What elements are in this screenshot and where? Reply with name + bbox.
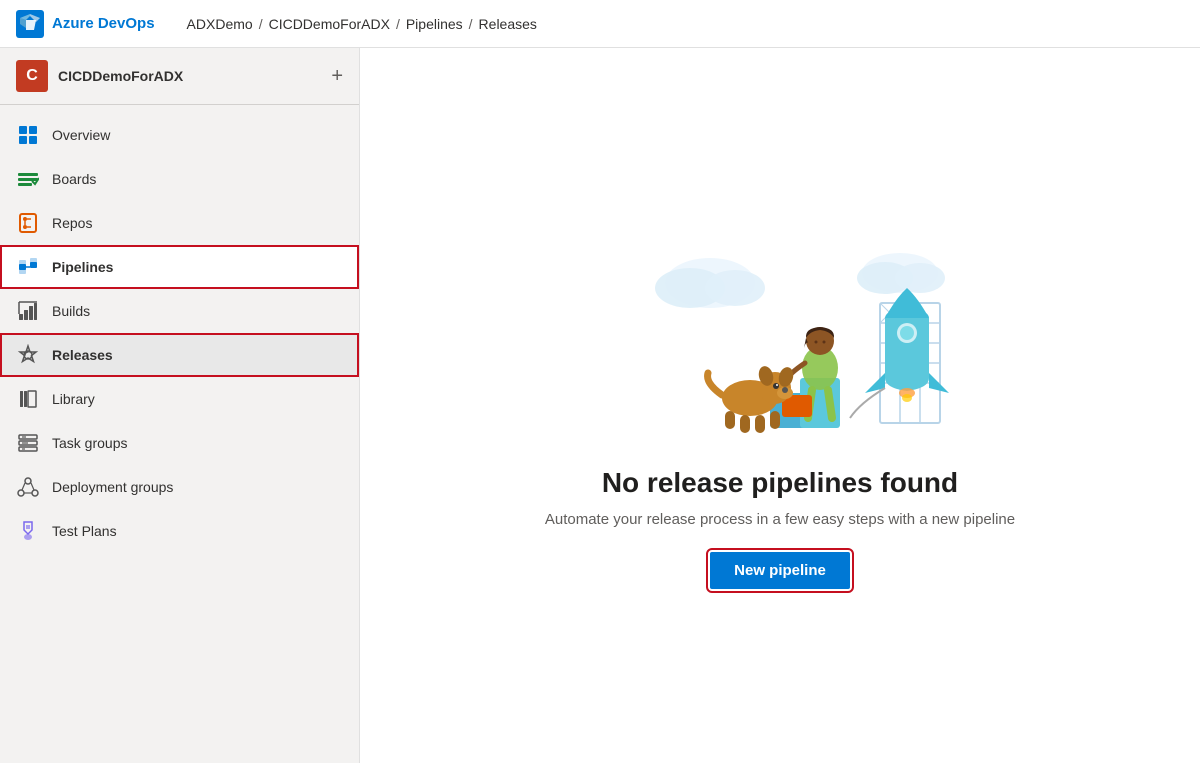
sidebar-item-boards-label: Boards	[52, 171, 96, 187]
sidebar-item-boards[interactable]: Boards	[0, 157, 359, 201]
sidebar-item-test-plans-label: Test Plans	[52, 523, 117, 539]
main-layout: C CICDDemoForADX + Overview	[0, 48, 1200, 763]
project-icon: C	[16, 60, 48, 92]
library-icon	[16, 387, 40, 411]
sidebar-item-releases-label: Releases	[52, 347, 113, 363]
sidebar-item-library[interactable]: Library	[0, 377, 359, 421]
logo[interactable]: Azure DevOps	[16, 10, 155, 38]
breadcrumb-sep-3: /	[469, 16, 473, 32]
releases-icon	[16, 343, 40, 367]
breadcrumb-cicddemoforadx[interactable]: CICDDemoForADX	[269, 16, 390, 32]
sidebar-item-builds-label: Builds	[52, 303, 90, 319]
new-pipeline-button[interactable]: New pipeline	[710, 552, 850, 589]
sidebar-item-releases[interactable]: Releases	[0, 333, 359, 377]
empty-state: No release pipelines found Automate your…	[545, 223, 1015, 589]
deployment-groups-icon	[16, 475, 40, 499]
repos-icon	[16, 211, 40, 235]
overview-icon	[16, 123, 40, 147]
breadcrumb-pipelines[interactable]: Pipelines	[406, 16, 463, 32]
sidebar-item-repos-label: Repos	[52, 215, 92, 231]
sidebar-item-test-plans[interactable]: Test Plans	[0, 509, 359, 553]
sidebar-item-deployment-groups[interactable]: Deployment groups	[0, 465, 359, 509]
sidebar-item-repos[interactable]: Repos	[0, 201, 359, 245]
sidebar-item-deployment-groups-label: Deployment groups	[52, 479, 173, 495]
sidebar-item-overview-label: Overview	[52, 127, 110, 143]
breadcrumb-sep-1: /	[259, 16, 263, 32]
add-project-button[interactable]: +	[331, 65, 343, 88]
sidebar-item-library-label: Library	[52, 391, 95, 407]
sidebar-item-builds[interactable]: Builds	[0, 289, 359, 333]
empty-illustration	[590, 223, 970, 443]
pipelines-icon	[16, 255, 40, 279]
sidebar-item-overview[interactable]: Overview	[0, 113, 359, 157]
sidebar-item-pipelines[interactable]: Pipelines	[0, 245, 359, 289]
builds-icon	[16, 299, 40, 323]
header: Azure DevOps ADXDemo / CICDDemoForADX / …	[0, 0, 1200, 48]
boards-icon	[16, 167, 40, 191]
logo-text: Azure DevOps	[52, 15, 155, 32]
empty-state-subtitle: Automate your release process in a few e…	[545, 511, 1015, 528]
empty-state-title: No release pipelines found	[602, 467, 958, 499]
project-header: C CICDDemoForADX +	[0, 48, 359, 105]
sidebar-nav: Overview Boards	[0, 105, 359, 561]
project-name: CICDDemoForADX	[58, 68, 321, 84]
sidebar: C CICDDemoForADX + Overview	[0, 48, 360, 763]
main-content: No release pipelines found Automate your…	[360, 48, 1200, 763]
breadcrumb: ADXDemo / CICDDemoForADX / Pipelines / R…	[187, 16, 537, 32]
test-plans-icon	[16, 519, 40, 543]
sidebar-item-pipelines-label: Pipelines	[52, 259, 113, 275]
breadcrumb-releases[interactable]: Releases	[479, 16, 537, 32]
sidebar-item-task-groups-label: Task groups	[52, 435, 127, 451]
breadcrumb-adxdemo[interactable]: ADXDemo	[187, 16, 253, 32]
breadcrumb-sep-2: /	[396, 16, 400, 32]
sidebar-item-task-groups[interactable]: Task groups	[0, 421, 359, 465]
task-groups-icon	[16, 431, 40, 455]
azure-devops-logo-icon	[16, 10, 44, 38]
